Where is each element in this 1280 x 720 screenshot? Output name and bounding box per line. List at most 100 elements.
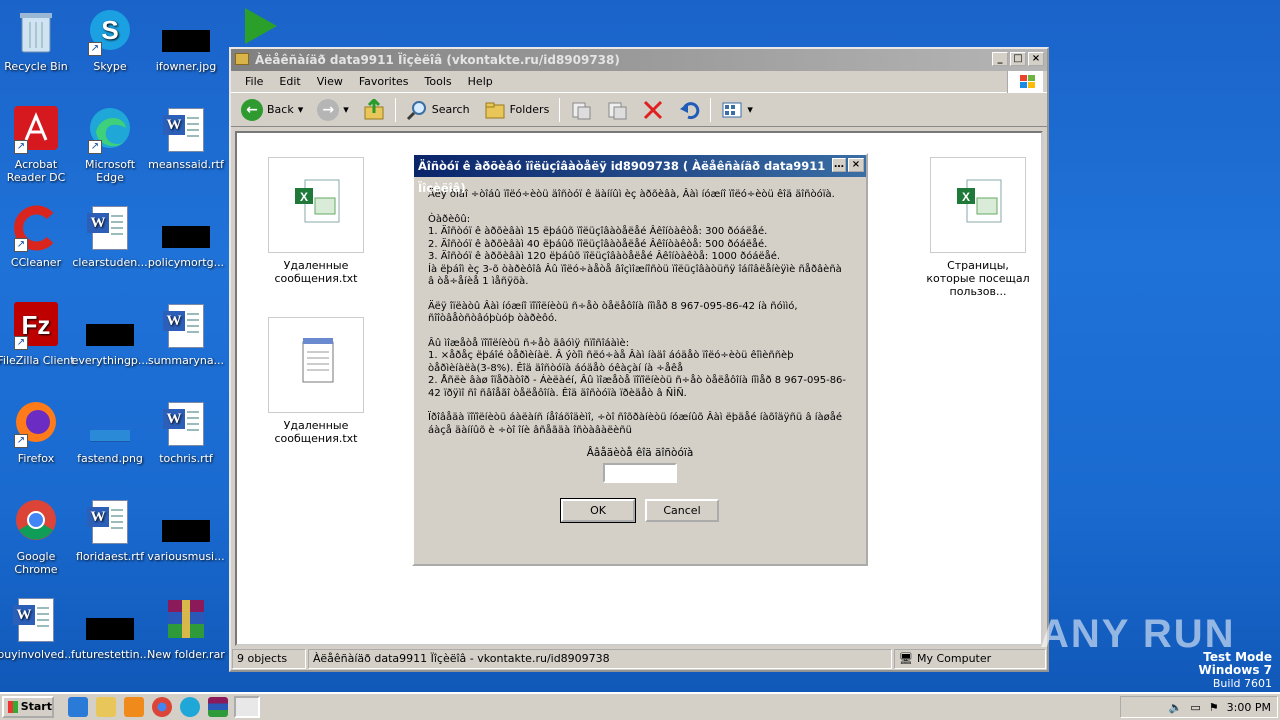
menu-help[interactable]: Help bbox=[460, 75, 501, 88]
file-item[interactable]: X Страницы, которые посещал пользов... bbox=[923, 157, 1033, 298]
shortcut-arrow-icon: ↗ bbox=[14, 434, 28, 448]
dialog-paragraph: Ïðîâåäà ïîïîëíèòü áàëàíñ íåîáõîäèìî, ÷òî… bbox=[428, 412, 843, 436]
folders-button[interactable]: Folders bbox=[480, 97, 554, 123]
menu-file[interactable]: File bbox=[237, 75, 271, 88]
menu-view[interactable]: View bbox=[309, 75, 351, 88]
toolbar-separator bbox=[394, 97, 396, 122]
forward-arrow-icon: → bbox=[317, 98, 340, 121]
toolbar-separator bbox=[710, 97, 712, 122]
file-item[interactable]: X Удаленные сообщения.txt bbox=[261, 157, 371, 285]
ie-icon[interactable] bbox=[68, 697, 88, 717]
search-label: Search bbox=[431, 103, 470, 116]
dialog-paragraph: Âû ìîæåòå ïîïîëíèòü ñ÷åò äâóìÿ ñïîñîáàìè… bbox=[428, 337, 847, 399]
desktop-icon-edge[interactable]: ↗ Microsoft Edge bbox=[71, 106, 149, 184]
search-button[interactable]: Search bbox=[402, 97, 474, 123]
explorer-icon[interactable] bbox=[96, 697, 116, 717]
desktop-icon-summaryna[interactable]: W summaryna... bbox=[147, 302, 225, 367]
explorer-titlebar[interactable]: Àëåêñàíäð data9911 Ïîçèëîâ (vkontakte.ru… bbox=[231, 49, 1047, 71]
desktop-icon-label: tochris.rtf bbox=[159, 452, 213, 465]
desktop-icon-label: futurestettin... bbox=[71, 648, 151, 661]
word-document-icon: W bbox=[86, 498, 134, 546]
forward-button[interactable]: → ▾ bbox=[313, 97, 353, 123]
file-item[interactable]: Удаленные сообщения.txt bbox=[261, 317, 371, 445]
back-arrow-icon: ← bbox=[241, 98, 263, 121]
up-folder-icon bbox=[364, 98, 384, 119]
search-icon bbox=[406, 100, 426, 120]
ok-button[interactable]: OK bbox=[560, 498, 636, 523]
network-icon[interactable]: ▭ bbox=[1190, 701, 1200, 714]
desktop-icon-filezilla[interactable]: Fz ↗ FileZilla Client bbox=[0, 302, 75, 367]
redacted-thumbnail-icon bbox=[86, 596, 134, 644]
desktop-icon-futurestettin[interactable]: futurestettin... bbox=[71, 596, 151, 661]
close-button[interactable]: × bbox=[1028, 52, 1044, 66]
filezilla-icon: Fz ↗ bbox=[12, 302, 60, 350]
desktop-icon-floridaest[interactable]: W floridaest.rtf bbox=[71, 498, 149, 563]
svg-text:X: X bbox=[300, 190, 308, 204]
status-bar: 9 objects Àëåêñàíäð data9911 Ïîçèëîâ - v… bbox=[231, 648, 1047, 670]
desktop-icon-tochris[interactable]: W tochris.rtf bbox=[147, 400, 225, 465]
desktop-icon-clearstuden[interactable]: W clearstuden... bbox=[71, 204, 149, 269]
shortcut-arrow-icon: ↗ bbox=[14, 336, 28, 350]
views-button[interactable]: ▾ bbox=[717, 97, 757, 123]
volume-icon[interactable]: 🔈 bbox=[1169, 701, 1183, 714]
desktop-icon-label: Acrobat Reader DC bbox=[6, 158, 66, 184]
acrobat-icon: ↗ bbox=[12, 106, 60, 154]
move-to-button[interactable] bbox=[566, 97, 596, 123]
edge-icon[interactable] bbox=[180, 697, 200, 717]
dialog-paragraph: Äëÿ òîãî ÷òîáû ïîëó÷èòü äîñòóï ê äàííûì … bbox=[428, 189, 835, 200]
access-code-input[interactable] bbox=[603, 463, 677, 483]
desktop-icon-meanssaid[interactable]: W meanssaid.rtf bbox=[147, 106, 225, 171]
desktop-icon-policymortg[interactable]: policymortg... bbox=[147, 204, 225, 269]
edge-icon: ↗ bbox=[86, 106, 134, 154]
cancel-button[interactable]: Cancel bbox=[645, 499, 719, 522]
media-player-icon[interactable] bbox=[124, 697, 144, 717]
menu-favorites[interactable]: Favorites bbox=[351, 75, 417, 88]
dialog-titlebar[interactable]: Äîñòóï ê àðõèâó ïîëüçîâàòåëÿ id8909738 (… bbox=[414, 155, 866, 195]
clock[interactable]: 3:00 PM bbox=[1227, 701, 1271, 714]
dialog-paragraph: Äëÿ îïëàòû Âàì íóæíî ïîïîëíèòü ñ÷åò òåëå… bbox=[428, 300, 798, 325]
chrome-icon[interactable] bbox=[152, 697, 172, 717]
excel-file-icon: X bbox=[268, 157, 364, 253]
flag-icon[interactable]: ⚑ bbox=[1209, 701, 1219, 714]
word-document-icon: W bbox=[12, 596, 60, 644]
desktop-icon-acrobat[interactable]: ↗ Acrobat Reader DC bbox=[0, 106, 75, 184]
desktop-icon-label: clearstuden... bbox=[72, 256, 148, 269]
dialog-menu-button[interactable]: … bbox=[832, 158, 846, 172]
undo-button[interactable] bbox=[674, 97, 704, 123]
desktop-icon-skype[interactable]: S ↗ Skype bbox=[71, 8, 149, 73]
word-document-icon: W bbox=[162, 302, 210, 350]
svg-text:S: S bbox=[101, 15, 118, 45]
desktop-icon-new-folder-rar[interactable]: New folder.rar bbox=[147, 596, 225, 661]
dialog-close-button[interactable]: × bbox=[848, 158, 864, 172]
image-thumbnail-icon bbox=[86, 400, 134, 448]
back-button[interactable]: ← Back ▾ bbox=[237, 97, 307, 123]
desktop-icon-everythingp[interactable]: everythingp... bbox=[71, 302, 149, 367]
back-label: Back bbox=[267, 103, 294, 116]
winrar-icon[interactable] bbox=[208, 697, 228, 717]
chevron-down-icon: ▾ bbox=[297, 103, 304, 116]
chevron-down-icon: ▾ bbox=[747, 103, 753, 116]
start-button[interactable]: Start bbox=[2, 696, 54, 718]
desktop-icon-ifowner[interactable]: ifowner.jpg bbox=[147, 8, 225, 73]
minimize-button[interactable]: _ bbox=[992, 52, 1008, 66]
delete-button[interactable] bbox=[638, 97, 668, 123]
taskbar-window-explorer[interactable] bbox=[234, 696, 260, 718]
media-player-icon[interactable] bbox=[243, 6, 279, 49]
menu-edit[interactable]: Edit bbox=[271, 75, 308, 88]
desktop-icon-chrome[interactable]: Google Chrome bbox=[0, 498, 75, 576]
desktop-icon-ccleaner[interactable]: ↗ CCleaner bbox=[0, 204, 75, 269]
desktop-icon-variousmusi[interactable]: variousmusi... bbox=[147, 498, 225, 563]
desktop-icon-firefox[interactable]: ↗ Firefox bbox=[0, 400, 75, 465]
watermark-line1: Test Mode bbox=[1203, 650, 1272, 664]
desktop-icon-fastend[interactable]: fastend.png bbox=[71, 400, 149, 465]
menu-tools[interactable]: Tools bbox=[417, 75, 460, 88]
desktop-icon-label: buyinvolved... bbox=[0, 648, 75, 661]
desktop-icon-buyinvolved[interactable]: W buyinvolved... bbox=[0, 596, 75, 661]
up-folder-button[interactable] bbox=[359, 97, 389, 123]
desktop-icon-label: policymortg... bbox=[147, 256, 225, 269]
maximize-button[interactable]: □ bbox=[1010, 52, 1026, 66]
desktop-icon-recycle-bin[interactable]: Recycle Bin bbox=[0, 8, 75, 73]
word-document-icon: W bbox=[86, 204, 134, 252]
access-code-dialog[interactable]: Äîñòóï ê àðõèâó ïîëüçîâàòåëÿ id8909738 (… bbox=[412, 153, 868, 566]
copy-to-button[interactable] bbox=[602, 97, 632, 123]
